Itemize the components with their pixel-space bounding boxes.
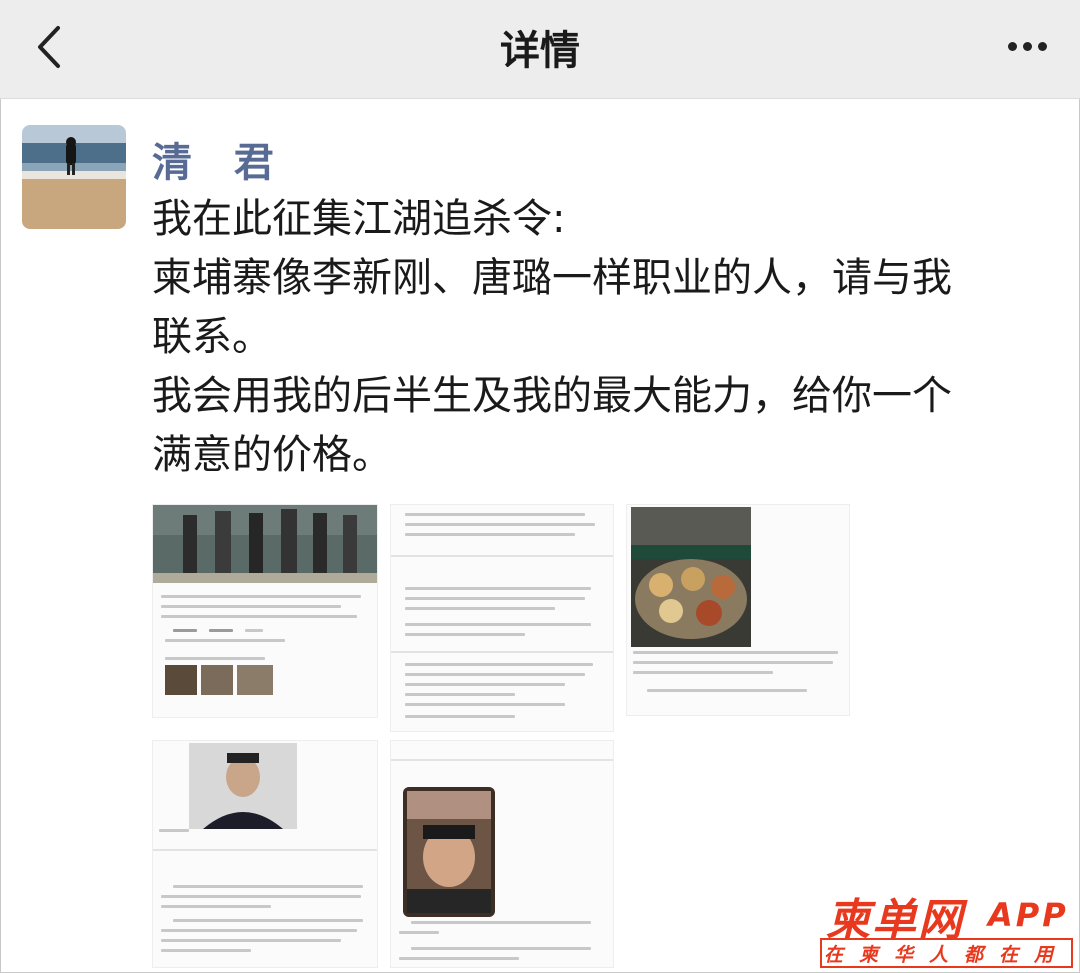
post-image-4[interactable] (152, 740, 378, 968)
top-nav-bar: 详情 (0, 0, 1080, 99)
author-name[interactable]: 清 君 (152, 130, 288, 188)
avatar[interactable] (22, 125, 126, 229)
page-title: 详情 (500, 28, 580, 74)
post-body: 我在此征集江湖追杀令: 柬埔寨像李新刚、唐璐一样职业的人，请与我 联系。 我会用… (152, 190, 1062, 485)
photo-strip (165, 665, 273, 695)
portrait-photo (189, 743, 297, 829)
post-line: 我在此征集江湖追杀令: (152, 196, 566, 242)
watermark-slogan: 在柬华人都在用 (820, 938, 1073, 968)
watermark-app: APP (988, 896, 1069, 934)
post-image-1[interactable] (152, 504, 378, 718)
watermark: 柬单网 APP 在柬华人都在用 (820, 884, 1075, 970)
post-image-5[interactable] (390, 740, 614, 968)
post-image-3[interactable] (626, 504, 850, 716)
post-line: 满意的价格。 (152, 432, 392, 478)
video-call-photo (403, 787, 495, 917)
post-line: 柬埔寨像李新刚、唐璐一样职业的人，请与我 (152, 255, 952, 301)
post-line: 联系。 (152, 314, 272, 360)
photo-food-table (631, 507, 751, 647)
more-horizontal-icon[interactable] (1008, 36, 1056, 51)
avatar-beach-photo (22, 125, 126, 229)
post-line: 我会用我的后半生及我的最大能力，给你一个 (152, 373, 952, 419)
photo-people-standing (153, 505, 377, 583)
post-image-2[interactable] (390, 504, 614, 732)
